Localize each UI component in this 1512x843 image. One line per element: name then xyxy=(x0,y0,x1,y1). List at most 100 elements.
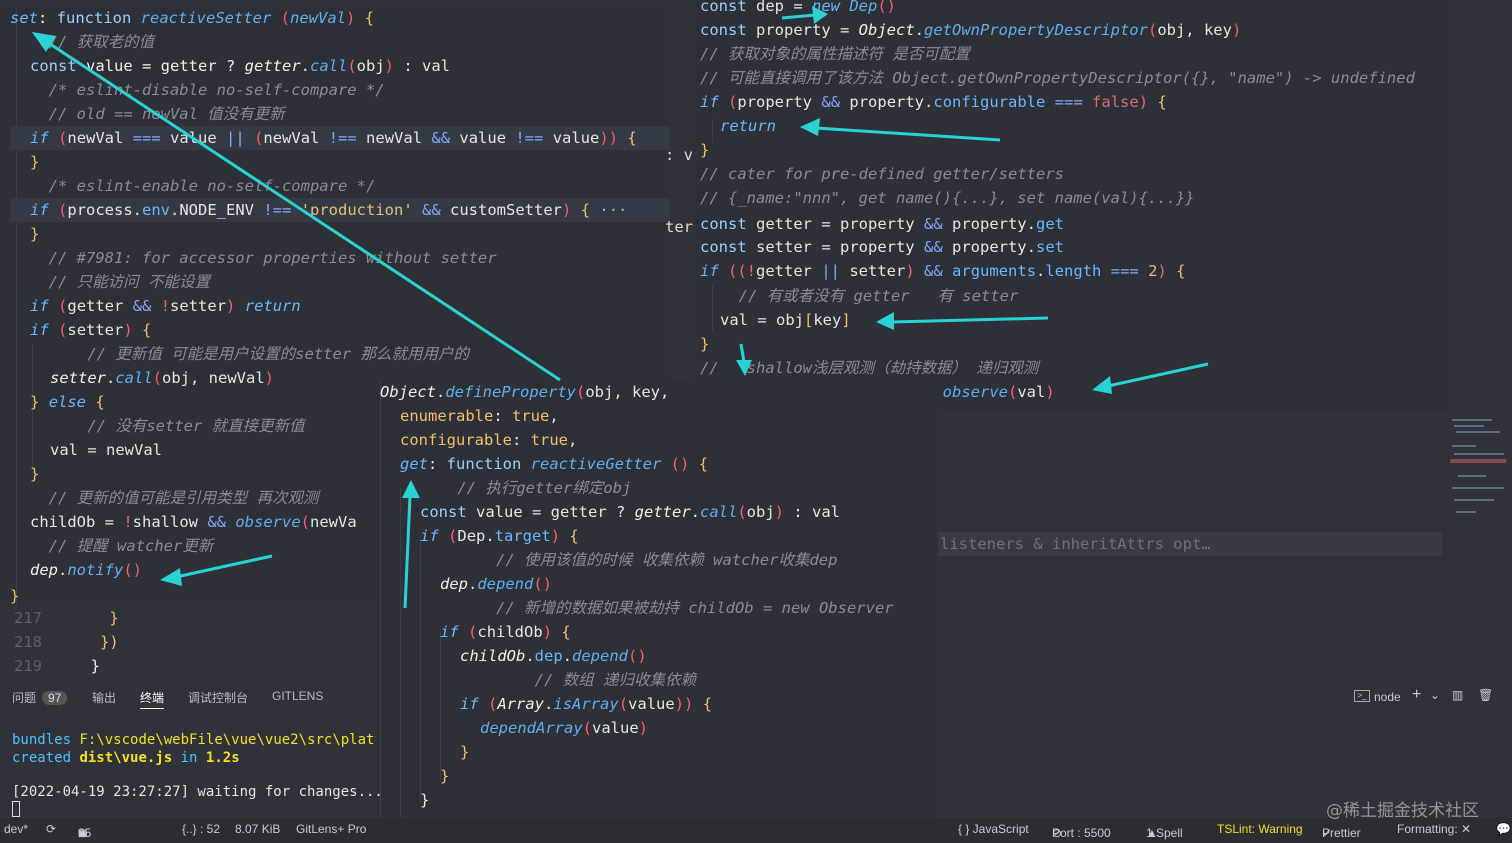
code-line: // 有或者没有 getter 有 setter xyxy=(720,287,1019,305)
code-line: } xyxy=(440,767,450,785)
code-line: val = obj[key] xyxy=(720,311,851,329)
ghost-hint: listeners & inheritAttrs opt… xyxy=(938,532,1442,556)
formatting-status[interactable]: Formatting: ✕ xyxy=(1397,822,1471,836)
file-size: 8.07 KiB xyxy=(235,822,281,836)
code-line: childOb = !shallow && observe(newVa xyxy=(30,513,357,531)
gitlens-status[interactable]: GitLens+ Pro xyxy=(296,822,366,836)
indent-guide xyxy=(16,6,17,610)
indent-guide xyxy=(712,118,713,142)
code-line-highlighted: if (newVal === value || (newVal !== newV… xyxy=(10,126,670,150)
code-line: } else { xyxy=(30,393,105,411)
status-bar: dev* ⟳ ⊗ 95 ▲ 0 ● 2 {..} : 52 8.07 KiB Gi… xyxy=(0,818,1512,843)
code-line: // cater for pre-defined getter/setters xyxy=(700,165,1064,183)
terminal[interactable]: bundles F:\vscode\webFile\vue\vue2\src\p… xyxy=(0,725,383,825)
line-number: 219 xyxy=(14,657,42,675)
code-line: // 没有setter 就直接更新值 xyxy=(50,417,305,435)
tab-gitlens[interactable]: GITLENS xyxy=(272,689,323,703)
code-line: val = newVal xyxy=(50,441,162,459)
code-line: /* eslint-enable no-self-compare */ xyxy=(30,177,376,195)
git-branch[interactable]: dev* xyxy=(4,822,28,836)
panel-tab-bar: 问题 97 输出 终端 调试控制台 GITLENS xyxy=(0,683,376,711)
code-line: } xyxy=(700,335,710,353)
notification-icon[interactable]: 💬 xyxy=(1496,822,1511,836)
tslint-status[interactable]: TSLint: Warning xyxy=(1217,822,1303,836)
language-mode[interactable]: { } JavaScript xyxy=(958,822,1029,836)
code-line: // 可能直接调用了该方法 Object.getOwnPropertyDescr… xyxy=(700,69,1415,87)
sync-icon[interactable]: ⟳ xyxy=(46,822,56,836)
tab-debug-console[interactable]: 调试控制台 xyxy=(188,689,248,706)
split-terminal-icon[interactable]: ▥ xyxy=(1452,688,1463,702)
indent-guide xyxy=(400,488,401,843)
terminal-line: bundles F:\vscode\webFile\vue\vue2\src\p… xyxy=(12,732,376,748)
code-line: const property = Object.getOwnPropertyDe… xyxy=(700,21,1242,39)
terminal-cursor xyxy=(12,801,20,817)
code-line: dependArray(value) xyxy=(480,719,649,737)
code-line-folded: if (process.env.NODE_ENV !== 'production… xyxy=(10,198,670,222)
selection-info[interactable]: {..} : 52 xyxy=(182,822,220,836)
indent-guide xyxy=(420,536,421,804)
vscode-window: { "left_pane": { "lines": [ "set: functi… xyxy=(0,0,1512,843)
problems-count-badge: 97 xyxy=(42,691,68,705)
code-line: // 只能访问 不能设置 xyxy=(30,273,210,291)
code-line: } xyxy=(10,587,20,605)
chevron-down-icon[interactable]: ⌄ xyxy=(1430,688,1440,702)
code-line: setter.call(obj, newVal) xyxy=(50,369,275,387)
indent-guide xyxy=(380,380,381,843)
trash-icon[interactable]: 🗑 xyxy=(1478,688,1493,702)
code-line: // 使用该值的时候 收集依赖 watcher收集dep xyxy=(440,551,838,569)
tab-problems[interactable]: 问题 97 xyxy=(12,689,68,706)
tab-terminal[interactable]: 终端 xyxy=(140,689,165,709)
code-line: // 数组 递归收集依赖 xyxy=(460,671,696,689)
code-line: } xyxy=(30,465,40,483)
code-line: // 获取对象的属性描述符 是否可配置 xyxy=(700,45,970,63)
code-line: const value = getter ? getter.call(obj) … xyxy=(30,57,451,75)
code-line: const setter = property && property.set xyxy=(700,238,1064,256)
code-line: } xyxy=(72,609,119,627)
code-line: if (setter) { xyxy=(30,321,152,339)
code-line: // 更新值 可能是用户设置的setter 那么就用用户的 xyxy=(50,345,469,363)
code-line: // 新增的数据如果被劫持 childOb = new Observer xyxy=(440,599,894,617)
code-line: } xyxy=(72,657,100,675)
editor-middle-pane: Object.defineProperty(obj, key, enumerab… xyxy=(376,380,938,843)
tab-output[interactable]: 输出 xyxy=(92,689,116,706)
code-line: } xyxy=(460,743,470,761)
code-line: if (Array.isArray(value)) { xyxy=(460,695,713,713)
code-line: // 执行getter绑定obj xyxy=(420,479,632,497)
editor-tail: 217 218 219 } }) } xyxy=(0,606,376,678)
code-line: if (getter && !setter) return xyxy=(30,297,301,315)
code-line: // shallow浅层观测（劫持数据） 递归观测 xyxy=(700,359,1039,377)
terminal-controls: >_ node + ⌄ ▥ 🗑 xyxy=(1350,686,1500,708)
code-line: /* eslint-disable no-self-compare */ xyxy=(30,81,385,99)
minimap[interactable] xyxy=(1448,415,1512,535)
code-line: // 更新的值可能是引用类型 再次观测 xyxy=(30,489,319,507)
overflow-fragment: ter xyxy=(665,218,693,236)
code-line: // {_name:"nnn", get name(){...}, set na… xyxy=(700,189,1195,207)
code-line: dep.depend() xyxy=(440,575,553,593)
terminal-shell-select[interactable]: node xyxy=(1374,690,1401,704)
code-line: Object.defineProperty(obj, key, xyxy=(380,383,670,401)
add-terminal-icon[interactable]: + xyxy=(1412,686,1421,704)
terminal-line: [2022-04-19 23:27:27] waiting for change… xyxy=(12,784,383,800)
terminal-line: created dist\vue.js in 1.2s xyxy=(12,750,240,766)
code-line: } xyxy=(30,225,40,243)
line-number: 218 xyxy=(14,633,42,651)
indent-guide xyxy=(712,284,713,332)
code-line: const value = getter ? getter.call(obj) … xyxy=(420,503,841,521)
code-line: } xyxy=(700,141,710,159)
code-line: } xyxy=(420,791,430,809)
line-number: 217 xyxy=(14,609,42,627)
watermark: @稀土掘金技术社区 xyxy=(1326,801,1479,821)
code-line: return xyxy=(720,117,776,135)
code-line: // old == newVal 值没有更新 xyxy=(30,105,285,123)
code-line: const getter = property && property.get xyxy=(700,215,1064,233)
code-line: // #7981: for accessor properties withou… xyxy=(30,249,497,267)
code-line: get: function reactiveGetter () { xyxy=(400,455,709,473)
code-line: // 获取老的值 xyxy=(30,33,155,51)
code-line: configurable: true, xyxy=(400,431,578,449)
indent-guide xyxy=(440,632,441,780)
code-line: dep.notify() xyxy=(30,561,143,579)
code-line: // 提醒 watcher更新 xyxy=(30,537,214,555)
code-line: childOb.dep.depend() xyxy=(460,647,647,665)
code-line: const dep = new Dep() xyxy=(700,0,897,15)
terminal-icon: >_ xyxy=(1354,690,1370,702)
